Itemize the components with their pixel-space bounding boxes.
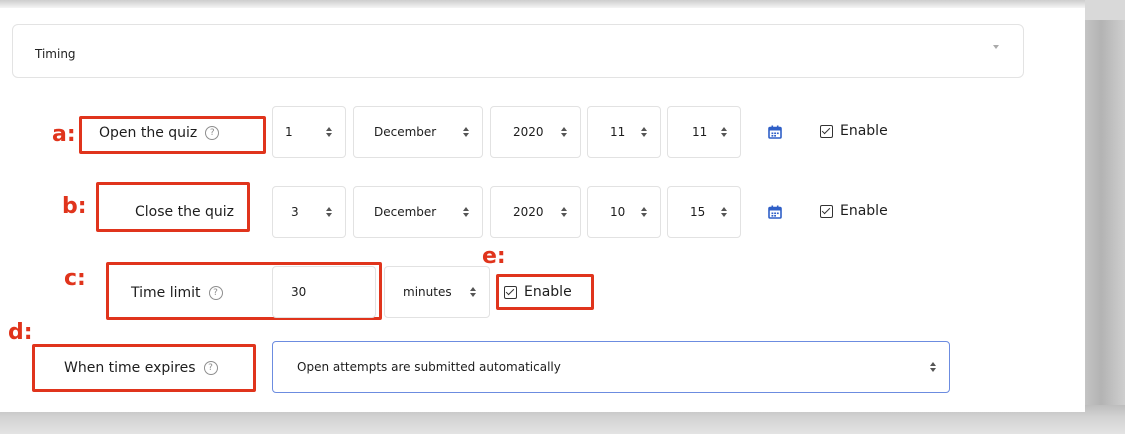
calendar-icon[interactable]: [768, 125, 782, 139]
time-limit-unit-value: minutes: [403, 285, 452, 299]
annotation-marker-d: d:: [8, 320, 33, 345]
time-expires-label: When time expires ?: [64, 360, 218, 376]
close-quiz-label-text: Close the quiz: [135, 204, 235, 220]
help-icon[interactable]: ?: [205, 126, 220, 140]
close-year-value: 2020: [513, 205, 544, 219]
time-limit-unit-select[interactable]: minutes: [384, 266, 490, 318]
open-day-select[interactable]: 1: [272, 106, 346, 158]
time-limit-label-text: Time limit: [131, 285, 201, 301]
annotation-marker-a: a:: [52, 122, 76, 147]
close-day-value: 3: [291, 205, 299, 219]
updown-arrows-icon: [462, 126, 470, 138]
close-enable-label: Enable: [840, 203, 888, 219]
open-month-value: December: [374, 125, 437, 139]
updown-arrows-icon: [560, 206, 568, 218]
time-limit-input[interactable]: 30: [272, 266, 376, 318]
checkbox-checked-icon[interactable]: [504, 285, 517, 299]
updown-arrows-icon: [720, 126, 728, 138]
open-day-value: 1: [285, 125, 293, 139]
updown-arrows-icon: [462, 206, 470, 218]
help-icon[interactable]: ?: [203, 361, 218, 375]
chevron-down-icon[interactable]: [993, 45, 999, 49]
open-enable-label: Enable: [840, 123, 888, 139]
time-expires-select[interactable]: Open attempts are submitted automaticall…: [272, 341, 950, 393]
time-expires-label-text: When time expires: [64, 360, 196, 376]
close-hour-value: 10: [610, 205, 626, 219]
page-shadow-right: [1085, 20, 1125, 434]
time-limit-enable-label: Enable: [524, 284, 572, 300]
top-cropped-strip: [0, 0, 1085, 8]
open-year-value: 2020: [513, 125, 544, 139]
open-hour-select[interactable]: 11: [587, 106, 661, 158]
close-minute-select[interactable]: 15: [667, 186, 741, 238]
close-day-select[interactable]: 3: [272, 186, 346, 238]
close-month-value: December: [374, 205, 437, 219]
open-quiz-enable-checkbox[interactable]: Enable: [820, 123, 888, 139]
updown-arrows-icon: [560, 126, 568, 138]
time-expires-value: Open attempts are submitted automaticall…: [297, 360, 561, 374]
updown-arrows-icon: [640, 126, 648, 138]
time-limit-value: 30: [291, 285, 307, 299]
updown-arrows-icon: [640, 206, 648, 218]
close-quiz-enable-checkbox[interactable]: Enable: [820, 203, 888, 219]
quiz-settings-page: Timing a: Open the quiz ? 1 December 202…: [0, 0, 1085, 412]
timing-section-header[interactable]: Timing: [12, 24, 1024, 78]
updown-arrows-icon: [325, 126, 333, 138]
updown-arrows-icon: [929, 361, 937, 373]
close-hour-select[interactable]: 10: [587, 186, 661, 238]
help-icon[interactable]: ?: [208, 286, 223, 300]
open-minute-value: 11: [692, 125, 708, 139]
open-minute-select[interactable]: 11: [667, 106, 741, 158]
updown-arrows-icon: [720, 206, 728, 218]
calendar-icon[interactable]: [768, 205, 782, 219]
checkbox-checked-icon[interactable]: [820, 204, 833, 218]
close-month-select[interactable]: December: [353, 186, 483, 238]
updown-arrows-icon: [469, 286, 477, 298]
annotation-marker-b: b:: [62, 194, 87, 219]
close-year-select[interactable]: 2020: [490, 186, 581, 238]
close-minute-value: 15: [690, 205, 706, 219]
time-limit-enable-checkbox[interactable]: Enable: [504, 284, 572, 300]
open-quiz-label: Open the quiz ?: [99, 125, 220, 141]
annotation-marker-c: c:: [64, 266, 86, 291]
open-quiz-label-text: Open the quiz: [99, 125, 198, 141]
open-hour-value: 11: [610, 125, 626, 139]
close-quiz-label: Close the quiz: [135, 204, 234, 220]
time-limit-label: Time limit ?: [131, 285, 223, 301]
open-year-select[interactable]: 2020: [490, 106, 581, 158]
annotation-marker-e: e:: [482, 244, 506, 269]
open-month-select[interactable]: December: [353, 106, 483, 158]
updown-arrows-icon: [325, 206, 333, 218]
section-title: Timing: [35, 47, 76, 61]
checkbox-checked-icon[interactable]: [820, 124, 833, 138]
